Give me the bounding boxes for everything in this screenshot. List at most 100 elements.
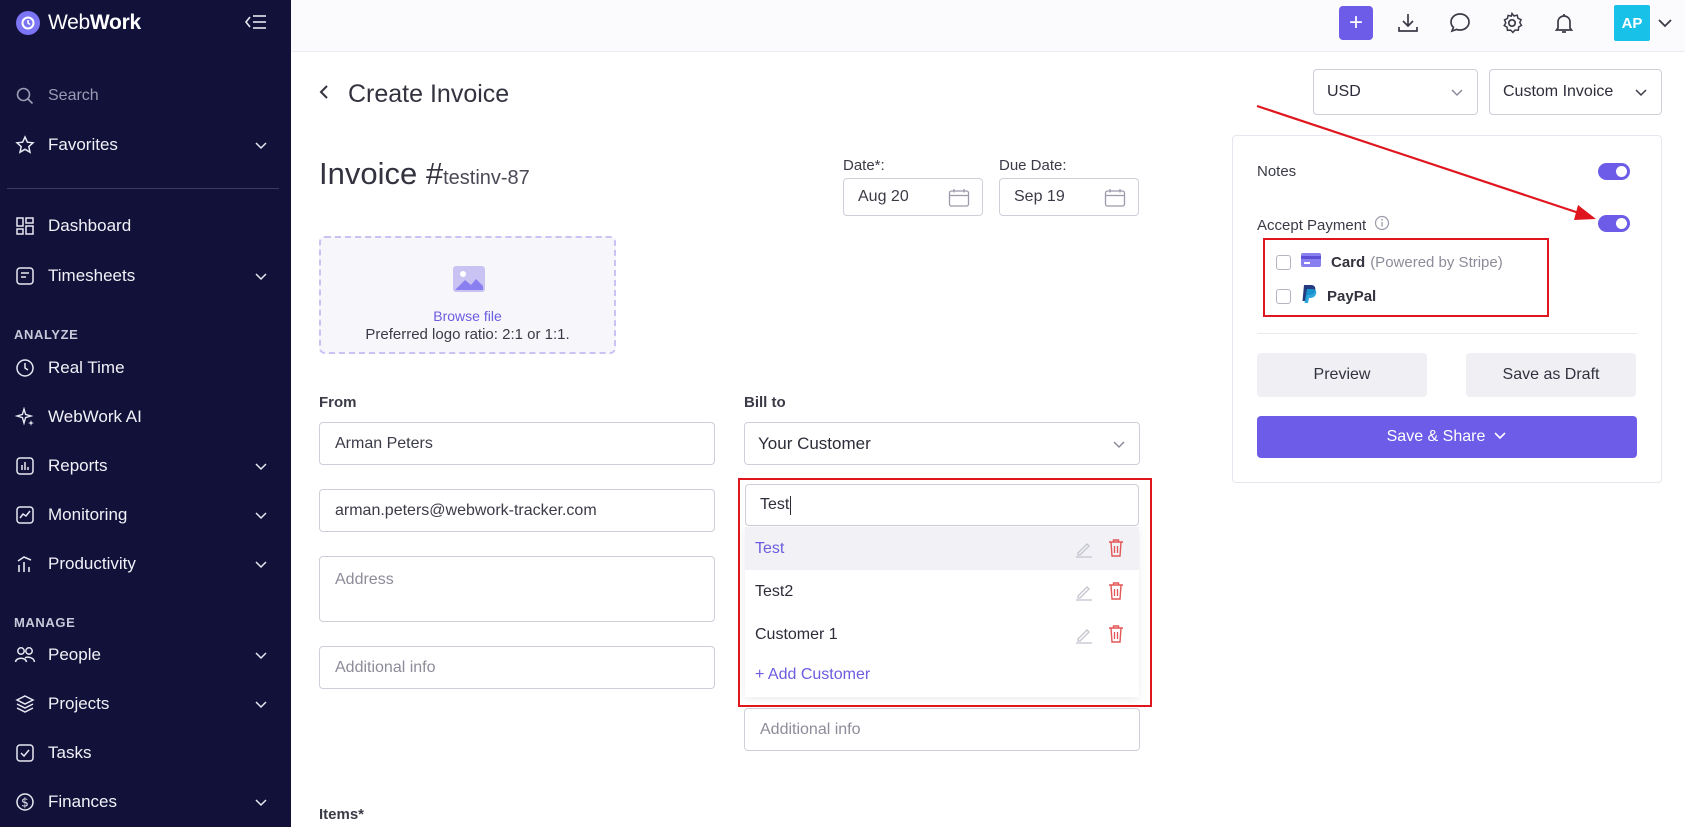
chevron-down-icon (1493, 428, 1507, 447)
sidebar-search[interactable]: Search (14, 80, 276, 112)
sidebar-item-monitoring[interactable]: Monitoring (14, 499, 276, 531)
sidebar-item-tasks[interactable]: Tasks (14, 737, 276, 769)
save-and-share-label: Save & Share (1386, 428, 1486, 445)
chevron-down-icon (254, 648, 268, 662)
highlight-box-payment-options (1263, 238, 1549, 317)
sidebar-item-real-time[interactable]: Real Time (14, 352, 276, 384)
sidebar-item-label: People (48, 645, 101, 664)
webwork-logo-icon (16, 11, 40, 35)
bill-to-additional-info-field[interactable]: Additional info (744, 708, 1140, 751)
monitoring-icon (14, 504, 36, 526)
sidebar-section-analyze: ANALYZE (14, 327, 79, 342)
date-label: Date*: (843, 157, 885, 174)
clock-icon (14, 357, 36, 379)
back-button[interactable]: Create Invoice (318, 80, 509, 109)
sidebar-item-label: Reports (48, 456, 108, 475)
star-icon (14, 134, 36, 156)
gear-icon[interactable] (1495, 6, 1529, 40)
avatar[interactable]: AP (1614, 5, 1650, 41)
invoice-prefix: Invoice # (319, 156, 444, 191)
from-address-field[interactable]: Address (319, 556, 715, 622)
from-name-field[interactable]: Arman Peters (319, 422, 715, 465)
sidebar-item-people[interactable]: People (14, 639, 276, 671)
back-arrow-icon (318, 84, 330, 105)
sidebar-item-label: WebWork AI (48, 407, 142, 426)
chevron-down-icon (254, 557, 268, 571)
search-icon (14, 85, 36, 107)
sidebar-item-label: Real Time (48, 358, 125, 377)
date-value: Aug 20 (858, 188, 909, 205)
chevron-down-icon (1449, 84, 1465, 105)
sidebar-item-label: Monitoring (48, 505, 128, 524)
notes-label: Notes (1257, 163, 1297, 180)
dashboard-icon (14, 215, 36, 237)
dollar-icon: $ (14, 791, 36, 813)
sidebar-item-favorites[interactable]: Favorites (14, 129, 276, 161)
from-additional-info-field[interactable]: Additional info (319, 646, 715, 689)
sidebar-item-dashboard[interactable]: Dashboard (14, 210, 276, 242)
chevron-down-icon (254, 795, 268, 809)
panel-divider (1257, 333, 1637, 334)
browse-file-link[interactable]: Browse file (321, 308, 614, 324)
layers-icon (14, 693, 36, 715)
sidebar-item-label: Projects (48, 694, 110, 713)
from-email-field[interactable]: arman.peters@webwork-tracker.com (319, 489, 715, 532)
people-icon (14, 644, 36, 666)
bell-icon[interactable] (1547, 6, 1581, 40)
timesheet-icon (14, 265, 36, 287)
sidebar-item-label: Productivity (48, 554, 136, 573)
highlight-box-customer-dropdown (738, 478, 1152, 707)
chevron-down-icon (254, 269, 268, 283)
from-label: From (319, 394, 357, 411)
chevron-down-icon (254, 459, 268, 473)
due-date-value: Sep 19 (1014, 188, 1065, 205)
collapse-sidebar-icon[interactable] (244, 12, 268, 32)
save-draft-button[interactable]: Save as Draft (1466, 353, 1636, 397)
bill-to-customer-select[interactable]: Your Customer (744, 422, 1140, 465)
currency-value: USD (1327, 83, 1361, 100)
sidebar-item-projects[interactable]: Projects (14, 688, 276, 720)
logo-ratio-hint: Preferred logo ratio: 2:1 or 1:1. (365, 326, 570, 343)
accept-payment-row: Accept Payment (1257, 215, 1390, 235)
sidebar-item-label: Dashboard (48, 216, 132, 235)
brand[interactable]: WebWork (16, 8, 141, 38)
bill-to-label: Bill to (744, 394, 786, 411)
sidebar-item-webwork-ai[interactable]: WebWork AI (14, 401, 276, 433)
sidebar-item-productivity[interactable]: Productivity (14, 548, 276, 580)
sidebar-item-label: Finances (48, 792, 117, 811)
accept-payment-toggle[interactable] (1598, 215, 1630, 232)
chevron-down-icon (1111, 436, 1127, 457)
chevron-down-icon (1633, 84, 1649, 105)
sidebar-section-manage: MANAGE (14, 615, 76, 630)
invoice-number-value[interactable]: testinv-87 (443, 167, 530, 189)
preview-button[interactable]: Preview (1257, 353, 1427, 397)
productivity-icon (14, 553, 36, 575)
download-icon[interactable] (1391, 6, 1425, 40)
sidebar-item-finances[interactable]: $ Finances (14, 786, 276, 818)
chevron-down-icon (254, 697, 268, 711)
currency-select[interactable]: USD (1313, 69, 1478, 115)
info-icon[interactable] (1374, 215, 1390, 235)
save-and-share-button[interactable]: Save & Share (1257, 416, 1637, 458)
invoice-number: Invoice #testinv-87 (319, 156, 530, 192)
add-button[interactable]: + (1339, 6, 1373, 40)
brand-name: WebWork (48, 11, 141, 34)
sidebar-item-label: Timesheets (48, 266, 136, 285)
image-icon (452, 265, 486, 298)
calendar-icon (948, 188, 970, 213)
logo-upload-dropzone[interactable]: Browse file Preferred logo ratio: 2:1 or… (319, 236, 616, 354)
sidebar: WebWork Search Favorites Dashboard Times… (0, 0, 291, 827)
sidebar-item-reports[interactable]: Reports (14, 450, 276, 482)
items-label: Items* (319, 806, 365, 823)
notes-toggle[interactable] (1598, 163, 1630, 180)
date-picker[interactable]: Aug 20 (843, 178, 983, 216)
due-date-picker[interactable]: Sep 19 (999, 178, 1139, 216)
calendar-icon (1104, 188, 1126, 213)
account-menu-chevron-icon[interactable] (1652, 6, 1678, 40)
chat-icon[interactable] (1443, 6, 1477, 40)
sparkle-icon (14, 406, 36, 428)
invoice-template-select[interactable]: Custom Invoice (1489, 69, 1662, 115)
sidebar-item-label: Tasks (48, 743, 92, 762)
page-title: Create Invoice (348, 80, 510, 108)
sidebar-item-timesheets[interactable]: Timesheets (14, 260, 276, 292)
